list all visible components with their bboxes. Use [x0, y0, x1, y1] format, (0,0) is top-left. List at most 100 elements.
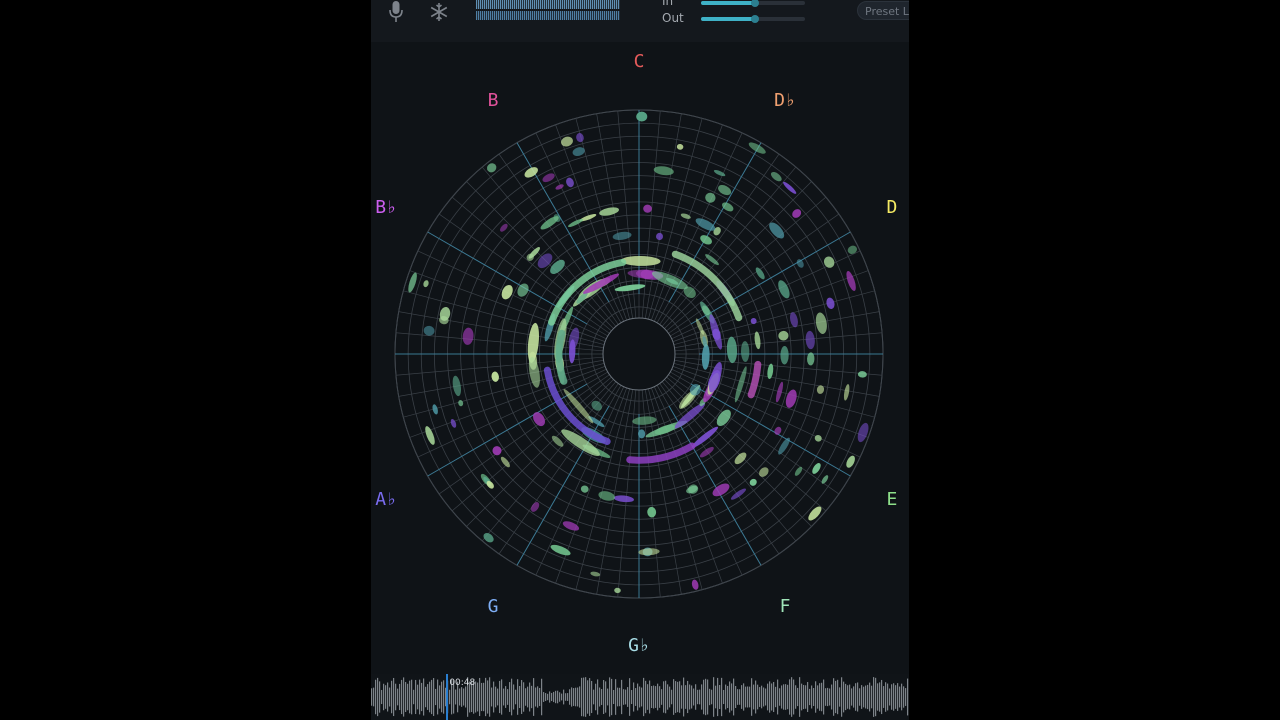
waveform-bar	[657, 683, 659, 711]
waveform-bar	[525, 688, 527, 706]
waveform-bar	[869, 682, 871, 712]
waveform-bar	[591, 680, 593, 714]
waveform-bar	[511, 678, 513, 716]
waveform-bar	[827, 687, 829, 707]
wheel-center-hole	[602, 317, 676, 391]
waveform-bar	[887, 683, 889, 711]
harmonic-blob	[462, 327, 474, 345]
waveform-bar	[655, 686, 657, 708]
waveform-bar	[393, 677, 395, 717]
note-label: B	[488, 90, 499, 111]
waveform-bar	[843, 681, 845, 713]
waveform-bar	[421, 682, 423, 712]
waveform-bar	[571, 687, 573, 707]
waveform-bar	[673, 679, 675, 715]
harmonic-blob	[450, 418, 457, 428]
waveform-bar	[759, 687, 761, 707]
harmonic-blob	[632, 416, 657, 425]
waveform-bar	[495, 686, 497, 708]
waveform-bar	[781, 685, 783, 709]
harmonic-blob	[778, 437, 790, 455]
waveform-bar	[455, 689, 457, 705]
waveform-bar	[805, 685, 807, 709]
waveform-bar	[787, 684, 789, 710]
waveform-bar	[765, 688, 767, 706]
waveform-bar	[763, 687, 765, 707]
waveform-bar	[761, 685, 763, 709]
waveform-bar	[889, 688, 891, 706]
waveform-bar	[853, 686, 855, 708]
waveform-bar	[631, 689, 633, 705]
waveform-bar	[863, 686, 865, 708]
chroma-wheel: C D♭ D E F G♭ G A♭ B♭ B	[375, 51, 897, 656]
waveform-bar	[521, 680, 523, 714]
harmonic-blob	[789, 312, 798, 328]
waveform-bar	[779, 688, 781, 706]
waveform-bar	[789, 679, 791, 715]
waveform-bar	[481, 682, 483, 712]
harmonic-blob	[847, 245, 857, 254]
waveform-bar	[505, 686, 507, 708]
waveform-bar	[641, 687, 643, 707]
waveform-bar	[771, 683, 773, 711]
harmonic-blob	[794, 466, 803, 476]
waveform-bar	[769, 681, 771, 713]
waveform-bar	[635, 688, 637, 706]
waveform-bar	[639, 686, 641, 708]
playhead[interactable]	[446, 674, 449, 720]
waveform-bar	[483, 682, 485, 712]
waveform-bar	[533, 678, 535, 716]
waveform-bar	[653, 685, 655, 709]
harmonic-blob	[566, 177, 574, 188]
waveform-bar	[441, 681, 443, 713]
wheel-grid-spoke	[535, 384, 625, 576]
waveform-bar	[747, 686, 749, 708]
waveform-bar	[431, 679, 433, 715]
note-label: G	[488, 596, 499, 617]
waveform-bar	[883, 686, 885, 708]
note-label: F	[780, 596, 791, 617]
waveform-bar	[733, 678, 735, 716]
waveform-bar	[821, 682, 823, 712]
waveform-bar	[807, 682, 809, 712]
waveform-bar	[601, 689, 603, 705]
waveform-bar	[603, 680, 605, 714]
waveform-bar	[683, 677, 685, 717]
timeline-waveform[interactable]: 00:48	[371, 674, 909, 720]
waveform-bar	[579, 686, 581, 708]
harmonic-blob	[561, 136, 573, 147]
waveform-bar	[875, 677, 877, 717]
waveform-bar	[583, 677, 585, 717]
waveform-bar	[401, 679, 403, 715]
waveform-bar	[563, 689, 565, 705]
waveform-bar	[895, 685, 897, 709]
waveform-bar	[527, 686, 529, 708]
harmonic-blob	[423, 325, 435, 336]
waveform-bar	[565, 693, 567, 701]
waveform-bar	[755, 680, 757, 714]
waveform-bar	[537, 686, 539, 708]
waveform-bar	[727, 685, 729, 709]
waveform-bar	[619, 687, 621, 707]
waveform-bar	[749, 686, 751, 708]
waveform-bar	[585, 677, 587, 717]
waveform-bar	[731, 683, 733, 711]
waveform-bar	[625, 689, 627, 705]
waveform-bar	[569, 689, 571, 705]
wheel-grid-spoke	[641, 110, 661, 321]
waveform-bar	[419, 679, 421, 715]
harmonic-blob	[780, 345, 789, 365]
waveform-bar	[415, 679, 417, 715]
wheel-grid-spoke	[466, 181, 616, 331]
waveform-bar	[899, 686, 901, 708]
waveform-bar	[449, 689, 451, 705]
waveform-bar	[487, 680, 489, 714]
waveform-bar	[539, 688, 541, 706]
waveform-bar	[389, 687, 391, 707]
waveform-bar	[669, 686, 671, 708]
waveform-bar	[379, 681, 381, 713]
note-label: D	[886, 197, 897, 218]
waveform-bar	[529, 682, 531, 712]
waveform-bar	[509, 682, 511, 712]
waveform-bar	[707, 679, 709, 715]
